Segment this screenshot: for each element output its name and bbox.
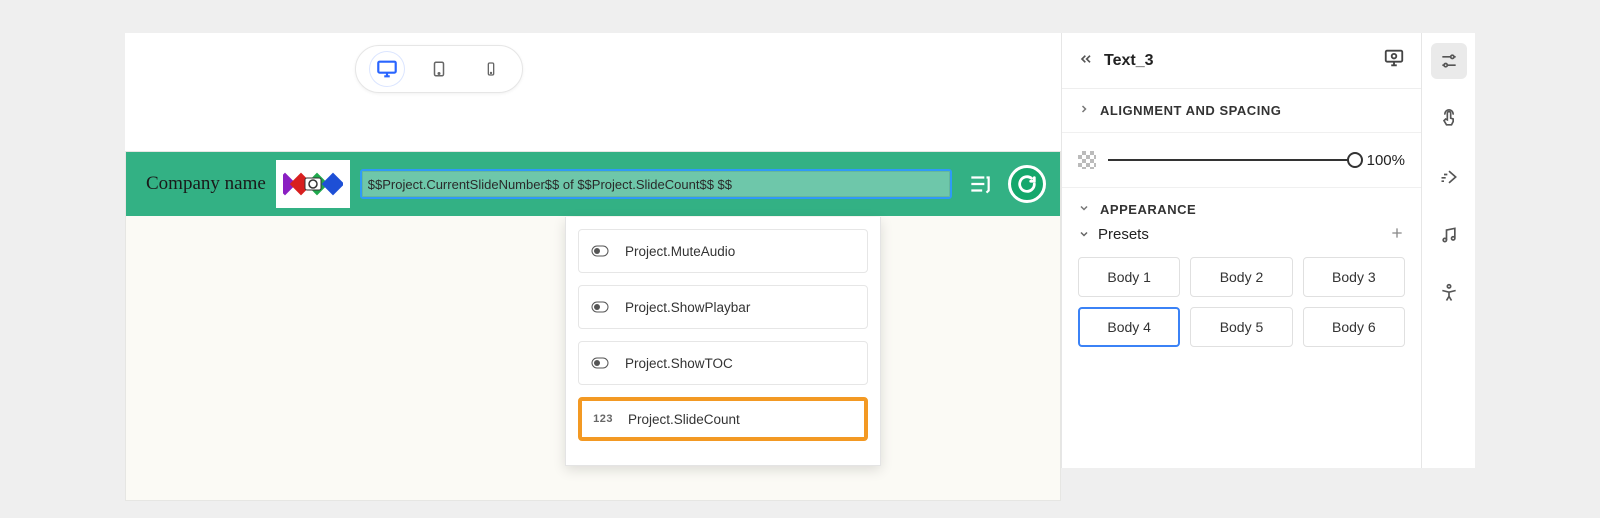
preset-chip[interactable]: Body 3: [1303, 257, 1405, 297]
mobile-icon: [483, 61, 499, 77]
desktop-view-icon: [1383, 47, 1405, 69]
sliders-icon: [1439, 51, 1459, 71]
desktop-preview-button[interactable]: [1383, 47, 1405, 74]
canvas-area: Company name: [125, 33, 1061, 468]
preset-chip[interactable]: Body 6: [1303, 307, 1405, 347]
desktop-icon: [376, 58, 398, 80]
section-label: Alignment and spacing: [1100, 103, 1281, 118]
collapse-panel-button[interactable]: [1078, 51, 1094, 71]
autocomplete-item-label: Project.MuteAudio: [625, 244, 735, 259]
number-type-icon: 123: [594, 413, 612, 425]
interactions-tab-button[interactable]: [1431, 101, 1467, 137]
chevron-down-icon: [1078, 228, 1090, 240]
accessibility-icon: [1439, 283, 1459, 303]
chevron-double-left-icon: [1078, 51, 1094, 67]
chevron-right-icon: [1078, 103, 1090, 118]
music-note-icon: [1439, 225, 1459, 245]
presets-grid: Body 1 Body 2 Body 3 Body 4 Body 5 Body …: [1062, 257, 1421, 363]
device-desktop-button[interactable]: [370, 52, 404, 86]
selected-object-title: Text_3: [1104, 52, 1373, 70]
device-mobile-button[interactable]: [474, 52, 508, 86]
autocomplete-item[interactable]: Project.MuteAudio: [578, 229, 868, 273]
add-preset-button[interactable]: [1389, 221, 1405, 247]
presets-header[interactable]: Presets: [1062, 221, 1421, 257]
autocomplete-item-label: Project.ShowPlaybar: [625, 300, 750, 315]
chevron-down-icon: [1078, 202, 1090, 217]
slide-header-bar: Company name: [126, 152, 1060, 216]
preset-chip[interactable]: Body 1: [1078, 257, 1180, 297]
autocomplete-item-label: Project.SlideCount: [628, 412, 740, 427]
company-name-label: Company name: [146, 173, 266, 195]
transparency-icon: [1078, 151, 1096, 169]
plus-icon: [1389, 225, 1405, 241]
inspector-panel: Text_3 Alignment and spacing 100%: [1061, 33, 1421, 468]
section-appearance[interactable]: Appearance: [1062, 188, 1421, 221]
properties-tab-button[interactable]: [1431, 43, 1467, 79]
grammarly-badge-icon: [1008, 165, 1046, 203]
accessibility-tab-button[interactable]: [1431, 275, 1467, 311]
tool-rail: [1421, 33, 1475, 468]
logo-diamonds-icon: [283, 166, 343, 202]
autocomplete-item[interactable]: Project.ShowPlaybar: [578, 285, 868, 329]
presets-label: Presets: [1098, 226, 1149, 243]
opacity-control: 100%: [1062, 133, 1421, 188]
opacity-slider[interactable]: [1108, 159, 1355, 161]
audio-tab-button[interactable]: [1431, 217, 1467, 253]
preset-chip[interactable]: Body 5: [1190, 307, 1292, 347]
slider-thumb[interactable]: [1347, 152, 1363, 168]
autocomplete-item[interactable]: 123 Project.SlideCount: [578, 397, 868, 441]
inspector-header: Text_3: [1062, 33, 1421, 89]
toc-icon: [967, 171, 993, 197]
section-alignment-spacing[interactable]: Alignment and spacing: [1062, 89, 1421, 133]
toggle-type-icon: [591, 245, 609, 257]
device-switcher: [355, 45, 523, 93]
tap-icon: [1439, 109, 1459, 129]
motion-icon: [1439, 167, 1459, 187]
preset-chip[interactable]: Body 4: [1078, 307, 1180, 347]
section-label: Appearance: [1100, 202, 1196, 217]
animation-tab-button[interactable]: [1431, 159, 1467, 195]
toggle-type-icon: [591, 301, 609, 313]
opacity-value: 100%: [1367, 152, 1405, 169]
toc-button[interactable]: [962, 166, 998, 202]
tablet-icon: [430, 60, 448, 78]
autocomplete-item[interactable]: Project.ShowTOC: [578, 341, 868, 385]
slide-stage[interactable]: Company name: [125, 151, 1061, 501]
company-logo: [276, 160, 350, 208]
variable-expression-input[interactable]: [360, 169, 952, 199]
autocomplete-item-label: Project.ShowTOC: [625, 356, 733, 371]
preset-chip[interactable]: Body 2: [1190, 257, 1292, 297]
variable-autocomplete-dropdown: Project.MuteAudio Project.ShowPlaybar Pr…: [565, 217, 881, 466]
toggle-type-icon: [591, 357, 609, 369]
device-tablet-button[interactable]: [422, 52, 456, 86]
